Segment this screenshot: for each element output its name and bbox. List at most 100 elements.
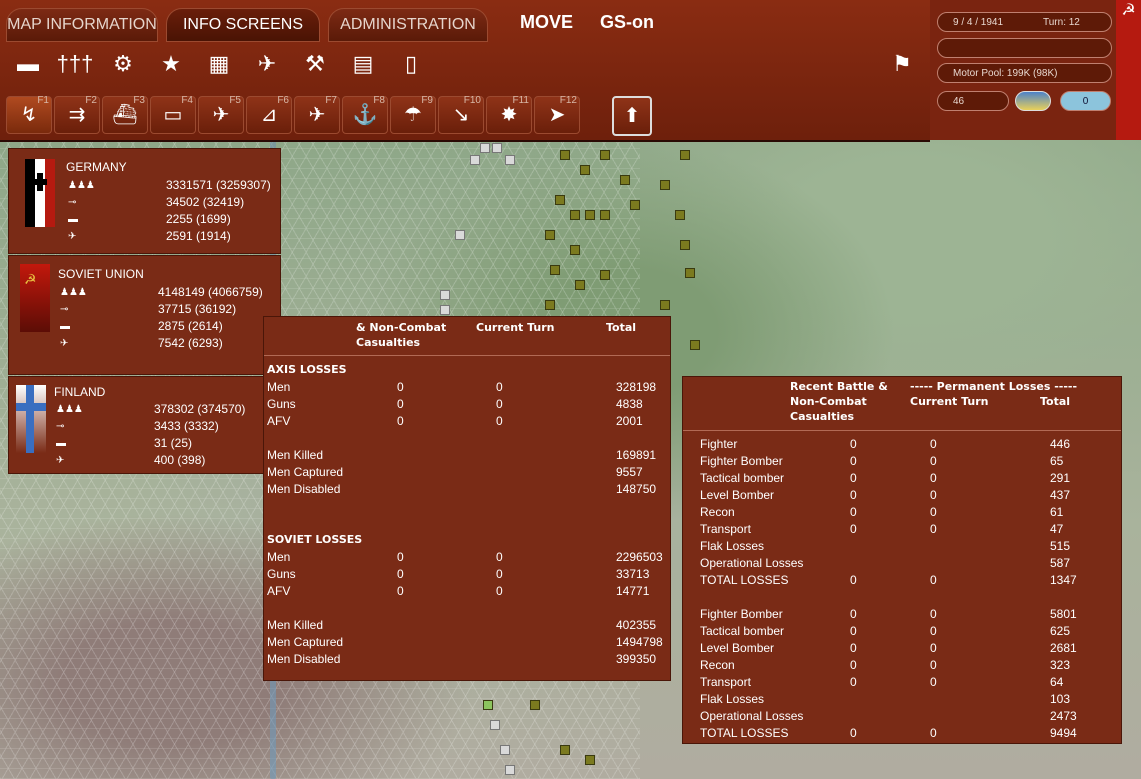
f4-button[interactable]: ▭ F4: [150, 95, 196, 134]
air-losses-panel: Recent Battle & Non-Combat Casualties --…: [682, 376, 1122, 744]
upload-icon[interactable]: ⬆: [612, 96, 652, 136]
mode-gs-label: GS-on: [600, 12, 654, 32]
f8-button[interactable]: ⚓ F8: [342, 95, 388, 134]
cell-b: 0: [496, 550, 503, 564]
motor-pool: Motor Pool: 199K (98K): [937, 63, 1112, 83]
cell-label: Men Captured: [267, 635, 344, 649]
cell-label: Men: [267, 380, 291, 394]
col-header-current-turn: Current Turn: [476, 321, 555, 334]
clipboard-icon[interactable]: ▯: [391, 46, 431, 82]
f6-button[interactable]: ⊿ F6: [246, 95, 292, 134]
stat-aircraft: 2591 (1914): [166, 229, 231, 243]
cell-total: 402355: [616, 618, 657, 632]
cell-label: Operational Losses: [700, 709, 804, 723]
cell-label: Tactical bomber: [700, 471, 785, 485]
men-icon: ♟♟♟: [60, 287, 87, 298]
stat-men: 4148149 (4066759): [158, 285, 263, 299]
turn-display: Turn: 12: [1043, 17, 1080, 28]
satellite-icon[interactable]: ⚒: [295, 46, 335, 82]
men-icon: ♟♟♟: [68, 180, 95, 191]
stat-guns: 37715 (36192): [158, 302, 237, 316]
cell-total: 4838: [616, 397, 643, 411]
aircraft-icon[interactable]: ✈: [247, 46, 287, 82]
tab-info-screens[interactable]: INFO SCREENS: [166, 8, 320, 42]
nation-name: SOVIET UNION: [58, 267, 144, 281]
cell-label: Recon: [700, 658, 735, 672]
cell-label: Fighter: [700, 437, 738, 451]
fort-icon[interactable]: ▦: [199, 46, 239, 82]
cell-a: 0: [397, 584, 404, 598]
cell-b: 0: [930, 607, 937, 621]
soviet-panel: ☭ SOVIET UNION ♟♟♟ ⊸ ▬ ✈ 4148149 (406675…: [8, 255, 281, 375]
f11-button[interactable]: ✸ F11: [486, 95, 532, 134]
aircraft-icon: ✈: [60, 338, 69, 349]
afv-icon: ▬: [68, 214, 78, 225]
cell-label: Transport: [700, 675, 751, 689]
gun-icon: ⊸: [60, 304, 69, 315]
cell-total: 2473: [1050, 709, 1077, 723]
cell-total: 169891: [616, 448, 657, 462]
gear-icon[interactable]: ⚙: [103, 46, 143, 82]
f1-button[interactable]: ↯ F1: [6, 95, 52, 134]
mode-move-label: MOVE: [520, 12, 574, 32]
weather-icon[interactable]: [1015, 91, 1051, 111]
germany-panel: GERMANY ♟♟♟ ⊸ ▬ ✈ 3331571 (3259307) 3450…: [8, 148, 281, 254]
cell-label: AFV: [267, 414, 291, 428]
cell-total: 9557: [616, 465, 643, 479]
cell-total: 14771: [616, 584, 650, 598]
german-flag-icon: [25, 159, 55, 227]
cell-label: Operational Losses: [700, 556, 804, 570]
cell-label: AFV: [267, 584, 291, 598]
cell-total: 2681: [1050, 641, 1077, 655]
cell-a: 0: [850, 641, 857, 655]
tank-icon[interactable]: ▬: [8, 46, 48, 82]
cell-a: 0: [397, 550, 404, 564]
document-icon[interactable]: ▤: [343, 46, 383, 82]
tab-map-information[interactable]: MAP INFORMATION: [6, 8, 158, 42]
cell-total: 2001: [616, 414, 643, 428]
afv-icon: ▬: [60, 321, 70, 332]
weather-value[interactable]: 0: [1060, 91, 1111, 111]
cell-b: 0: [496, 397, 503, 411]
f10-button[interactable]: ↘ F10: [438, 95, 484, 134]
f7-button[interactable]: ✈ F7: [294, 95, 340, 134]
cell-total: 103: [1050, 692, 1071, 706]
cell-total: 9494: [1050, 726, 1077, 740]
cell-label: Transport: [700, 522, 751, 536]
header-divider: [264, 355, 670, 356]
cell-total: 625: [1050, 624, 1071, 638]
gun-icon: ⊸: [68, 197, 77, 208]
cell-total: 323: [1050, 658, 1071, 672]
col-header-noncombat: & Non-Combat Casualties: [356, 321, 447, 349]
f5-button[interactable]: ✈ F5: [198, 95, 244, 134]
cell-a: 0: [397, 414, 404, 428]
empty-status: [937, 38, 1112, 58]
cell-total: 1347: [1050, 573, 1077, 587]
cell-a: 0: [850, 624, 857, 638]
stat-men: 3331571 (3259307): [166, 178, 271, 192]
table-row: Flak Losses 515: [683, 538, 1121, 555]
nation-name: FINLAND: [54, 385, 106, 399]
cell-label: Level Bomber: [700, 641, 775, 655]
cell-b: 0: [496, 414, 503, 428]
f12-button[interactable]: ➤ F12: [534, 95, 580, 134]
cell-label: Tactical bomber: [700, 624, 785, 638]
cell-total: 148750: [616, 482, 657, 496]
stat-afv: 31 (25): [154, 436, 193, 450]
cell-label: Men Disabled: [267, 652, 341, 666]
nation-name: GERMANY: [66, 160, 127, 174]
afv-icon: ▬: [56, 438, 66, 449]
tab-administration[interactable]: ADMINISTRATION: [328, 8, 488, 42]
table-row: Men 0 0 2296503: [264, 549, 670, 566]
cell-total: 291: [1050, 471, 1071, 485]
cell-a: 0: [850, 454, 857, 468]
cell-b: 0: [930, 573, 937, 587]
f9-button[interactable]: ☂ F9: [390, 95, 436, 134]
f3-button[interactable]: ⛴ F3: [102, 95, 148, 134]
table-row: Recon 0 0 61: [683, 504, 1121, 521]
flag-icon[interactable]: ⚑: [882, 46, 922, 82]
f2-button[interactable]: ⇉ F2: [54, 95, 100, 134]
troops-icon[interactable]: †††: [55, 46, 95, 82]
star-icon[interactable]: ★: [151, 46, 191, 82]
table-row: Guns 0 0 4838: [264, 396, 670, 413]
